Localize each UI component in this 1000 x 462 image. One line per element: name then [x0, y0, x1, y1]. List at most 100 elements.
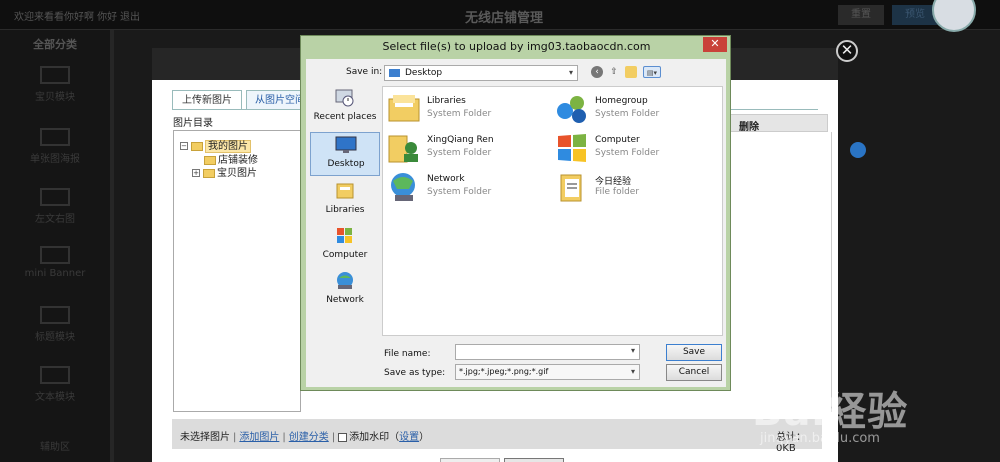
logout-link[interactable]: 退出: [120, 8, 140, 23]
nav-item-text-image[interactable]: 左文右图: [0, 188, 110, 238]
place-label: Recent places: [313, 112, 377, 122]
place-computer[interactable]: Computer: [310, 224, 380, 268]
save-in-value: Desktop: [405, 68, 443, 78]
places-bar: Recent places Desktop Libraries Computer…: [310, 86, 380, 334]
libraries-icon: [336, 183, 354, 199]
top-bar: 欢迎来看看你好啊 你好 退出 无线店铺管理 重置 预览: [0, 0, 1000, 30]
footer-actions: 未选择图片 | 添加图片 | 创建分类 | 添加水印（设置）: [180, 432, 430, 443]
nav-divider: [110, 30, 114, 462]
watermark-url: jingyan.baidu.com: [760, 431, 880, 446]
module-icon: [40, 66, 70, 84]
watermark-checkbox[interactable]: [338, 432, 348, 442]
place-label: Libraries: [325, 205, 365, 215]
folder-icon: [560, 174, 582, 202]
network-globe-icon: [391, 173, 415, 201]
add-image-link[interactable]: 添加图片: [239, 432, 279, 443]
place-label: Computer: [322, 250, 368, 260]
page-title: 无线店铺管理: [465, 11, 544, 26]
save-as-type-select[interactable]: *.jpg;*.jpeg;*.png;*.gif ▾: [455, 364, 640, 380]
file-dialog-title: Select file(s) to upload by img03.taobao…: [382, 40, 651, 53]
file-item-name: Libraries: [427, 96, 466, 106]
chevron-down-icon: ▾: [568, 68, 573, 77]
nav-item-label: 宝贝模块: [35, 92, 75, 103]
image-icon: [40, 128, 70, 146]
file-item-network[interactable]: Network System Folder: [385, 169, 545, 207]
up-folder-icon[interactable]: ⇧: [608, 66, 620, 78]
file-item-computer[interactable]: Computer System Folder: [553, 130, 713, 168]
file-item-type: System Folder: [595, 148, 660, 158]
tab-from-space[interactable]: 从图片空间: [246, 90, 306, 110]
recent-places-icon: [335, 89, 354, 107]
cancel-button[interactable]: Cancel: [666, 364, 722, 381]
nav-item-poster[interactable]: 单张图海报: [0, 128, 110, 178]
greeting-text: 欢迎来看看你好啊 你好: [14, 12, 118, 23]
tree-child-label[interactable]: 宝贝图片: [217, 168, 257, 179]
expand-icon[interactable]: +: [192, 169, 200, 177]
file-item-name: 今日经验: [595, 177, 632, 187]
save-in-label: Save in:: [346, 67, 383, 77]
create-category-link[interactable]: 创建分类: [289, 432, 329, 443]
watermark-label: 添加水印: [349, 432, 390, 443]
confirm-button[interactable]: [440, 458, 500, 462]
file-item-homegroup[interactable]: Homegroup System Folder: [553, 91, 713, 129]
nav-item-label: 文本模块: [35, 392, 75, 403]
windows-computer-icon: [558, 134, 586, 162]
file-item-type: System Folder: [595, 109, 660, 119]
chevron-down-icon: ▾: [630, 367, 635, 376]
file-item-jingyan[interactable]: 今日经验 File folder: [553, 169, 713, 207]
place-recent[interactable]: Recent places: [310, 86, 380, 130]
file-item-name: XingQiang Ren: [427, 135, 494, 145]
text-block-icon: [40, 366, 70, 384]
left-nav: 全部分类 宝贝模块 单张图海报 左文右图 mini Banner 标题模块 文本…: [0, 30, 114, 462]
collapse-icon[interactable]: −: [180, 142, 188, 150]
file-dialog-body: Save in: Desktop ▾ ‹ ⇧ ▤▾ Recent places D…: [306, 59, 726, 387]
file-dialog-close-button[interactable]: ✕: [703, 37, 727, 52]
chevron-down-icon[interactable]: ▾: [631, 346, 635, 355]
file-item-type: System Folder: [427, 109, 492, 119]
watermark-settings-link[interactable]: 设置: [399, 432, 419, 443]
save-in-select[interactable]: Desktop ▾: [384, 65, 578, 81]
nav-item-label: 辅助区: [40, 442, 70, 453]
nav-item-aux[interactable]: 辅助区: [0, 426, 110, 462]
text-image-icon: [40, 188, 70, 206]
folder-icon: [191, 141, 203, 151]
none-selected-text: 未选择图片: [180, 432, 230, 443]
refresh-icon[interactable]: [850, 142, 866, 158]
nav-item-mini-banner[interactable]: mini Banner: [0, 246, 110, 296]
view-menu-icon[interactable]: ▤▾: [643, 66, 661, 78]
nav-item-label: 标题模块: [35, 332, 75, 343]
nav-item-text[interactable]: 文本模块: [0, 366, 110, 416]
close-dialog-icon[interactable]: ✕: [836, 40, 858, 62]
user-folder-icon: [388, 135, 418, 163]
file-item-type: File folder: [595, 187, 640, 197]
file-name-input[interactable]: ▾: [455, 344, 640, 360]
computer-icon: [337, 228, 352, 243]
place-libraries[interactable]: Libraries: [310, 179, 380, 223]
libraries-folder-icon: [388, 95, 420, 122]
desktop-icon: [335, 136, 357, 153]
file-item-libraries[interactable]: Libraries System Folder: [385, 91, 545, 129]
reset-button[interactable]: 重置: [838, 5, 884, 25]
place-desktop[interactable]: Desktop: [310, 132, 380, 176]
save-button[interactable]: Save: [666, 344, 722, 361]
delete-header-label: 删除: [739, 122, 759, 133]
tree-child-products[interactable]: + 宝贝图片: [192, 164, 257, 179]
desktop-icon: [389, 69, 400, 77]
save-as-type-label: Save as type:: [384, 368, 446, 378]
tree-root[interactable]: − 我的图片: [180, 137, 251, 153]
tab-upload-new[interactable]: 上传新图片: [172, 90, 242, 110]
file-item-user[interactable]: XingQiang Ren System Folder: [385, 130, 545, 168]
file-name-label: File name:: [384, 349, 431, 359]
new-folder-icon[interactable]: [625, 66, 637, 78]
watermark-brand: Bai経验: [752, 389, 909, 435]
place-label: Network: [326, 295, 364, 305]
place-label: Desktop: [327, 159, 365, 169]
text-icon: [40, 306, 70, 324]
file-item-name: Network: [427, 174, 465, 184]
nav-item-title[interactable]: 标题模块: [0, 306, 110, 356]
file-item-type: System Folder: [427, 187, 492, 197]
cancel-upload-button[interactable]: [504, 458, 564, 462]
back-icon[interactable]: ‹: [591, 66, 603, 78]
nav-item-module[interactable]: 宝贝模块: [0, 66, 110, 116]
place-network[interactable]: Network: [310, 269, 380, 313]
